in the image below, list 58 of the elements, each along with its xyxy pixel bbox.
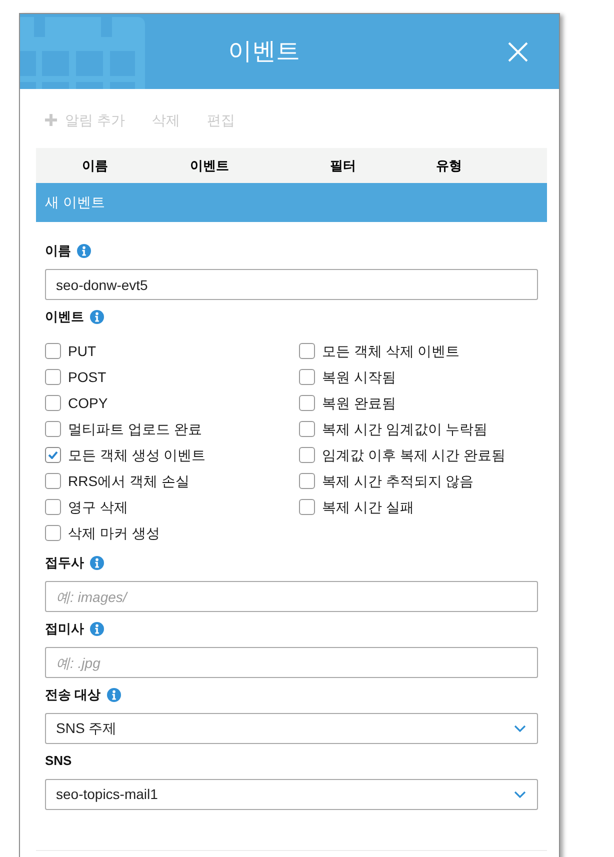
- column-header[interactable]: 필터: [330, 158, 356, 172]
- checkbox-label: 영구 삭제: [68, 498, 128, 516]
- checkbox[interactable]: [45, 525, 61, 541]
- checkbox[interactable]: [299, 447, 315, 463]
- column-header[interactable]: 유형: [436, 158, 462, 172]
- checkbox-label: 삭제 마커 생성: [68, 524, 160, 542]
- checkbox-label: 복원 시작됨: [322, 368, 396, 386]
- info-icon[interactable]: [77, 244, 91, 258]
- checkbox-label: PUT: [68, 342, 96, 360]
- checkbox[interactable]: [45, 395, 61, 411]
- field-label: 전송 대상: [45, 686, 101, 704]
- checkbox-label: 복제 시간 실패: [322, 498, 414, 516]
- text-field[interactable]: 예: .jpg: [45, 647, 538, 678]
- checkbox-label: 모든 객체 삭제 이벤트: [322, 342, 460, 360]
- field-label: SNS: [45, 752, 72, 770]
- checkbox-label: COPY: [68, 394, 108, 412]
- checkbox[interactable]: [45, 343, 61, 359]
- close-button[interactable]: [508, 42, 528, 62]
- info-icon[interactable]: [90, 622, 104, 636]
- checkmark-icon: [48, 451, 58, 459]
- column-header[interactable]: 이벤트: [190, 158, 229, 172]
- checkbox[interactable]: [45, 421, 61, 437]
- checkbox[interactable]: [299, 343, 315, 359]
- checkbox-label: 복원 완료됨: [322, 394, 396, 412]
- checkbox[interactable]: [299, 369, 315, 385]
- checkbox[interactable]: [45, 447, 61, 463]
- field-label: 이름: [45, 242, 71, 260]
- info-icon[interactable]: [106, 688, 121, 702]
- checkbox-label: POST: [68, 368, 106, 386]
- dropdown[interactable]: SNS 주제: [45, 713, 538, 744]
- checkbox[interactable]: [299, 395, 315, 411]
- checkbox[interactable]: [299, 499, 315, 515]
- info-icon[interactable]: [90, 556, 104, 570]
- field-label: 접두사: [45, 554, 84, 572]
- checkbox[interactable]: [299, 421, 315, 437]
- checkbox-label: RRS에서 객체 손실: [68, 472, 190, 490]
- text-field[interactable]: seo-donw-evt5: [45, 269, 538, 300]
- table-cell-text: 새 이벤트: [45, 193, 105, 212]
- checkbox[interactable]: [45, 369, 61, 385]
- column-header[interactable]: 이름: [82, 158, 108, 172]
- field-label: 이벤트: [45, 308, 84, 326]
- info-icon[interactable]: [90, 310, 104, 324]
- checkbox[interactable]: [45, 473, 61, 489]
- checkbox-label: 멀티파트 업로드 완료: [68, 420, 202, 438]
- dropdown[interactable]: seo-topics-mail1: [45, 779, 538, 810]
- text-field[interactable]: 예: images/: [45, 581, 538, 612]
- field-label: 접미사: [45, 620, 84, 638]
- chevron-down-icon: [514, 725, 526, 732]
- checkbox-label: 복제 시간 추적되지 않음: [322, 472, 474, 490]
- checkbox[interactable]: [299, 473, 315, 489]
- dialog-title: 이벤트: [228, 36, 300, 66]
- close-icon: [508, 42, 528, 62]
- checkbox-label: 임계값 이후 복제 시간 완료됨: [322, 446, 506, 464]
- checkbox-label: 모든 객체 생성 이벤트: [68, 446, 206, 464]
- checkbox-label: 복제 시간 임계값이 누락됨: [322, 420, 488, 438]
- chevron-down-icon: [514, 791, 526, 798]
- plus-icon: [45, 114, 57, 126]
- checkbox[interactable]: [45, 499, 61, 515]
